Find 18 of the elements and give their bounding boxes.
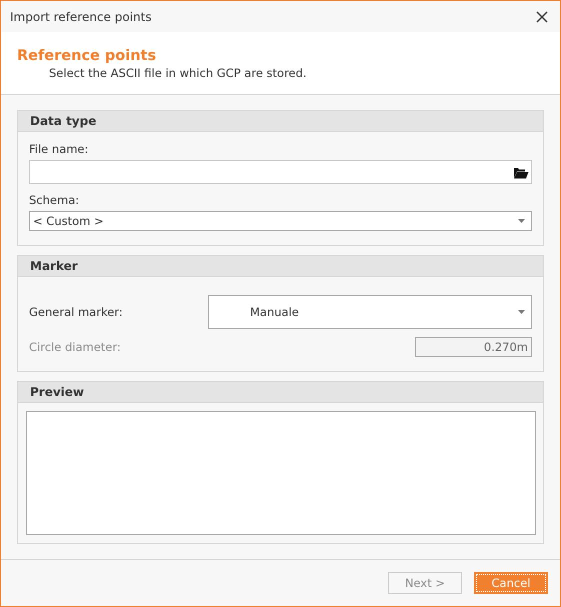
page-title: Reference points	[17, 48, 158, 64]
close-icon[interactable]	[536, 10, 548, 22]
field-label: Circle diameter:	[29, 340, 121, 354]
panel-header: Marker	[18, 256, 543, 277]
panel-header: Preview	[18, 382, 543, 403]
marker-dropdown[interactable]: Manuale	[208, 295, 532, 329]
page-subtitle: Select the ASCII file in which GCP are stored.	[49, 66, 308, 80]
dialog-button[interactable]: Cancel	[474, 572, 548, 594]
folder-icon[interactable]	[513, 166, 529, 178]
window-title: Import reference points	[10, 10, 152, 24]
panel-header: Data type	[18, 111, 543, 132]
field-label: General marker:	[29, 305, 123, 319]
schema-dropdown[interactable]: < Custom >	[29, 211, 532, 231]
caret-icon	[518, 219, 525, 223]
field-label: Schema:	[29, 193, 80, 207]
file-name-field[interactable]	[29, 160, 532, 184]
caret-icon	[518, 310, 525, 314]
field-label: File name:	[29, 142, 90, 156]
